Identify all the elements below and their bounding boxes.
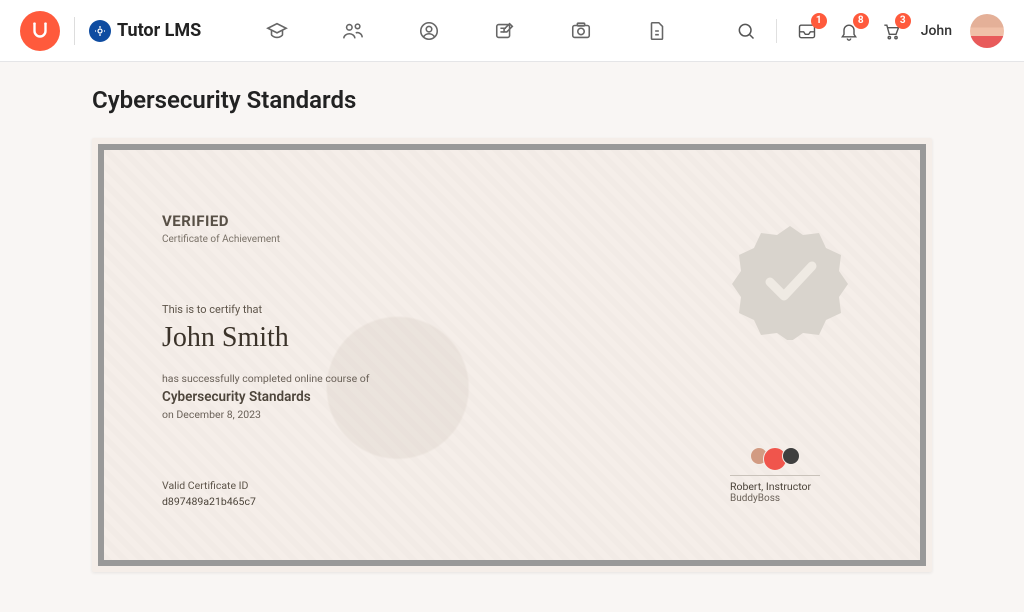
instructor-avatar-group-icon bbox=[730, 447, 820, 471]
cart-icon[interactable]: 3 bbox=[879, 19, 903, 43]
certificate-course-name: Cybersecurity Standards bbox=[162, 389, 862, 405]
main-content: Cybersecurity Standards VERIFIED Certifi… bbox=[92, 62, 932, 612]
people-icon[interactable] bbox=[339, 17, 367, 45]
certificate-container: VERIFIED Certificate of Achievement This… bbox=[92, 138, 932, 572]
main-nav bbox=[261, 17, 673, 45]
instructor-name: Robert, Instructor bbox=[730, 480, 820, 493]
completed-line: has successfully completed online course… bbox=[162, 372, 862, 385]
site-logo-icon[interactable] bbox=[20, 11, 60, 51]
instructor-org: BuddyBoss bbox=[730, 493, 820, 504]
note-edit-icon[interactable] bbox=[491, 17, 519, 45]
inbox-badge: 1 bbox=[811, 13, 827, 29]
user-display-name[interactable]: John bbox=[921, 23, 952, 39]
inbox-icon[interactable]: 1 bbox=[795, 19, 819, 43]
logo-divider bbox=[74, 17, 75, 45]
bell-badge: 8 bbox=[853, 13, 869, 29]
graduation-cap-icon[interactable] bbox=[263, 17, 291, 45]
brand-text: Tutor LMS bbox=[117, 20, 201, 41]
user-circle-icon[interactable] bbox=[415, 17, 443, 45]
cart-badge: 3 bbox=[895, 13, 911, 29]
certificate-body: VERIFIED Certificate of Achievement This… bbox=[104, 150, 920, 560]
instructor-divider bbox=[730, 475, 820, 476]
logo-area: Tutor LMS bbox=[20, 11, 201, 51]
avatar[interactable] bbox=[970, 14, 1004, 48]
page-title: Cybersecurity Standards bbox=[92, 86, 932, 114]
header-divider bbox=[776, 19, 777, 43]
certificate-date: on December 8, 2023 bbox=[162, 408, 862, 421]
search-icon[interactable] bbox=[734, 19, 758, 43]
document-icon[interactable] bbox=[643, 17, 671, 45]
brand-badge-icon bbox=[89, 20, 111, 42]
certificate-frame: VERIFIED Certificate of Achievement This… bbox=[98, 144, 926, 566]
brand[interactable]: Tutor LMS bbox=[89, 20, 201, 42]
bell-icon[interactable]: 8 bbox=[837, 19, 861, 43]
instructor-block: Robert, Instructor BuddyBoss bbox=[730, 447, 820, 504]
camera-icon[interactable] bbox=[567, 17, 595, 45]
verified-seal-icon bbox=[730, 220, 850, 340]
header-right: 1 8 3 John bbox=[734, 14, 1004, 48]
top-header: Tutor LMS 1 8 bbox=[0, 0, 1024, 62]
